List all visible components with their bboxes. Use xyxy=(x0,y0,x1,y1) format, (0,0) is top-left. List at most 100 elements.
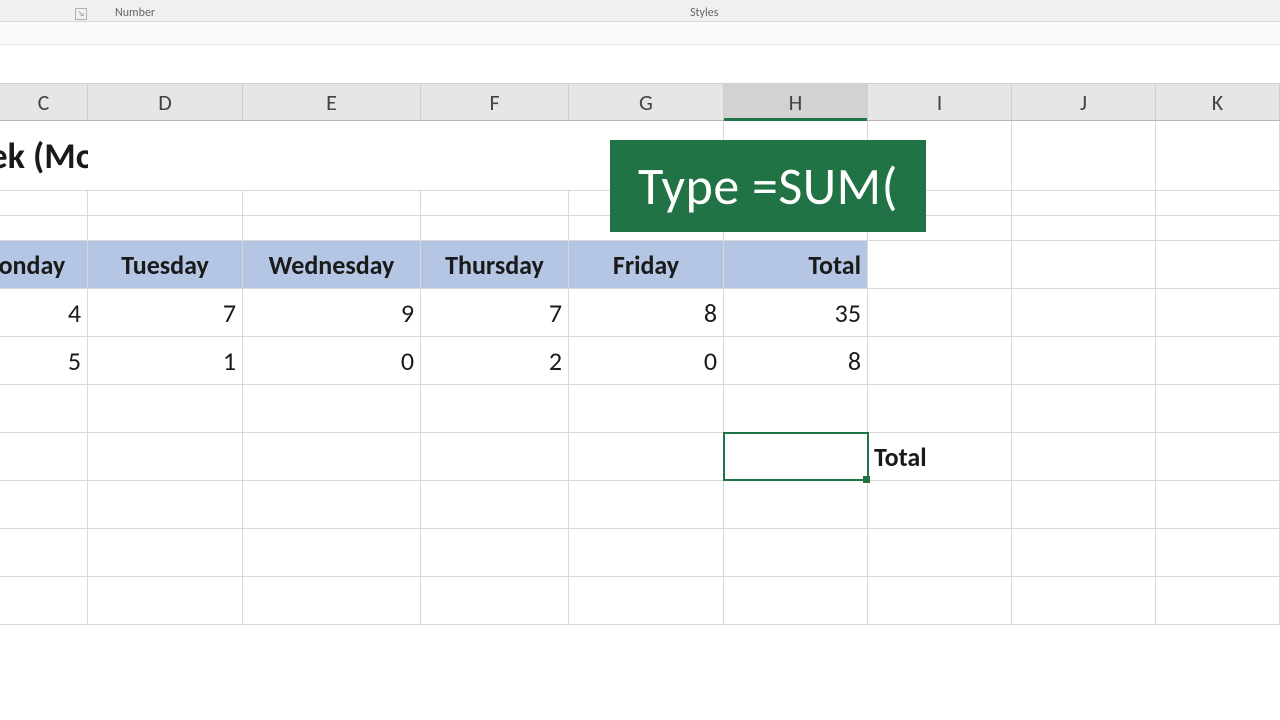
column-header-I[interactable]: I xyxy=(868,84,1012,120)
cell[interactable] xyxy=(0,191,88,215)
column-header-E[interactable]: E xyxy=(243,84,421,120)
column-header-D[interactable]: D xyxy=(88,84,243,120)
cell[interactable] xyxy=(0,481,88,528)
cell[interactable] xyxy=(1156,216,1280,240)
cell[interactable] xyxy=(88,481,243,528)
cell[interactable] xyxy=(868,289,1012,336)
cell[interactable] xyxy=(421,121,569,190)
cell[interactable] xyxy=(1156,191,1280,215)
cell[interactable] xyxy=(0,529,88,576)
cell[interactable] xyxy=(243,433,421,480)
cell-fri[interactable]: 8 xyxy=(569,289,724,336)
cell[interactable] xyxy=(1012,481,1156,528)
dialog-launcher-icon[interactable]: ↘ xyxy=(75,8,87,20)
cell[interactable] xyxy=(1156,529,1280,576)
cell[interactable] xyxy=(724,481,868,528)
cell-mon[interactable]: 4 xyxy=(0,289,88,336)
cell[interactable] xyxy=(1012,385,1156,432)
cell[interactable] xyxy=(1156,337,1280,384)
cell[interactable] xyxy=(1012,529,1156,576)
cell-total[interactable]: 35 xyxy=(724,289,868,336)
cell[interactable] xyxy=(243,216,421,240)
cell[interactable] xyxy=(1012,241,1156,288)
cell[interactable] xyxy=(569,433,724,480)
cell[interactable] xyxy=(724,385,868,432)
cell[interactable] xyxy=(1012,216,1156,240)
cell-tue[interactable]: 7 xyxy=(88,289,243,336)
active-cell[interactable] xyxy=(724,433,868,480)
cell-tue[interactable]: 1 xyxy=(88,337,243,384)
column-header-H[interactable]: H xyxy=(724,84,868,120)
cell-mon[interactable]: 5 xyxy=(0,337,88,384)
cell[interactable] xyxy=(88,385,243,432)
header-tuesday[interactable]: Tuesday xyxy=(88,241,243,288)
cell[interactable] xyxy=(88,121,243,190)
cell[interactable] xyxy=(88,577,243,624)
cell[interactable] xyxy=(1156,121,1280,190)
cell[interactable] xyxy=(0,216,88,240)
column-header-J[interactable]: J xyxy=(1012,84,1156,120)
cell-wed[interactable]: 0 xyxy=(243,337,421,384)
header-thursday[interactable]: Thursday xyxy=(421,241,569,288)
cell-total[interactable]: 8 xyxy=(724,337,868,384)
formula-bar-area[interactable] xyxy=(0,22,1280,45)
cell[interactable] xyxy=(724,577,868,624)
cell[interactable] xyxy=(1156,289,1280,336)
cell[interactable] xyxy=(421,191,569,215)
cell[interactable] xyxy=(243,529,421,576)
cell[interactable] xyxy=(88,433,243,480)
cell[interactable] xyxy=(868,577,1012,624)
cell[interactable] xyxy=(569,385,724,432)
cell[interactable] xyxy=(1012,191,1156,215)
cell[interactable] xyxy=(1156,241,1280,288)
column-header-K[interactable]: K xyxy=(1156,84,1280,120)
cell[interactable] xyxy=(1156,481,1280,528)
header-total[interactable]: Total xyxy=(724,241,868,288)
cell[interactable] xyxy=(421,577,569,624)
title-cell[interactable]: Week (Monday): 04/21/2018) xyxy=(0,121,88,190)
cell[interactable] xyxy=(1156,577,1280,624)
cell[interactable] xyxy=(243,385,421,432)
header-monday[interactable]: Monday xyxy=(0,241,88,288)
cell[interactable] xyxy=(1012,121,1156,190)
cell[interactable] xyxy=(1156,433,1280,480)
cell[interactable] xyxy=(243,191,421,215)
cell[interactable] xyxy=(868,337,1012,384)
cell[interactable] xyxy=(243,121,421,190)
cell[interactable] xyxy=(243,577,421,624)
cell[interactable] xyxy=(569,481,724,528)
header-wednesday[interactable]: Wednesday xyxy=(243,241,421,288)
cell[interactable] xyxy=(1012,433,1156,480)
cell-wed[interactable]: 9 xyxy=(243,289,421,336)
column-header-G[interactable]: G xyxy=(569,84,724,120)
cell[interactable] xyxy=(868,481,1012,528)
cell[interactable] xyxy=(1156,385,1280,432)
cell[interactable] xyxy=(421,433,569,480)
cell[interactable] xyxy=(421,481,569,528)
total-label-cell[interactable]: Total xyxy=(868,433,1012,480)
cell[interactable] xyxy=(88,529,243,576)
column-header-C[interactable]: C xyxy=(0,84,88,120)
cell[interactable] xyxy=(421,216,569,240)
cell-fri[interactable]: 0 xyxy=(569,337,724,384)
cell[interactable] xyxy=(88,191,243,215)
cell[interactable] xyxy=(1012,577,1156,624)
cell[interactable] xyxy=(868,385,1012,432)
column-header-F[interactable]: F xyxy=(421,84,569,120)
cell[interactable] xyxy=(421,385,569,432)
cell[interactable] xyxy=(88,216,243,240)
cell[interactable] xyxy=(0,577,88,624)
cell[interactable] xyxy=(1012,337,1156,384)
cell[interactable] xyxy=(243,481,421,528)
cell[interactable] xyxy=(724,529,868,576)
cell[interactable] xyxy=(569,577,724,624)
cell[interactable] xyxy=(868,529,1012,576)
cell[interactable] xyxy=(0,385,88,432)
cell[interactable] xyxy=(868,241,1012,288)
cell-thu[interactable]: 7 xyxy=(421,289,569,336)
cell[interactable] xyxy=(0,433,88,480)
cell[interactable] xyxy=(569,529,724,576)
cell-thu[interactable]: 2 xyxy=(421,337,569,384)
cell[interactable] xyxy=(1012,289,1156,336)
cell[interactable] xyxy=(421,529,569,576)
